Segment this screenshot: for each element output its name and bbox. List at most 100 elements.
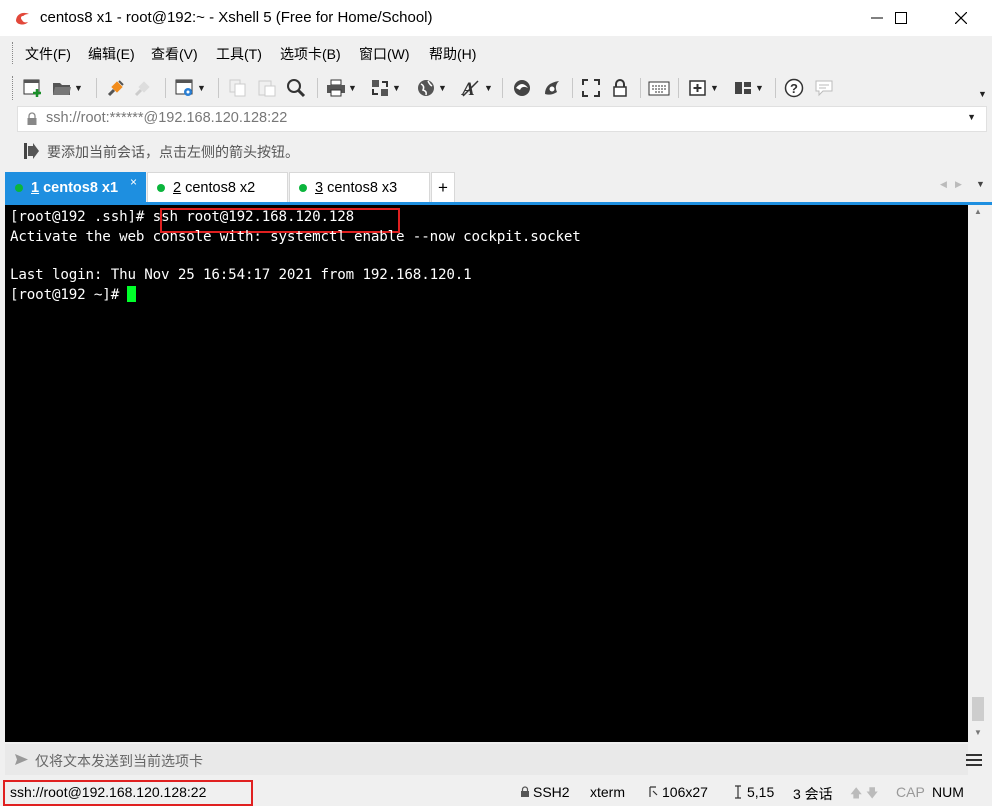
- send-icon[interactable]: [14, 752, 29, 767]
- chat-button[interactable]: [814, 76, 834, 100]
- menubar-grip: [12, 42, 16, 64]
- chevron-down-icon[interactable]: ▼: [967, 112, 976, 122]
- menu-lines-icon[interactable]: [965, 752, 983, 768]
- font-button[interactable]: A ▼: [460, 76, 493, 100]
- maximize-button[interactable]: [878, 0, 924, 36]
- toolbar-separator: [317, 78, 318, 98]
- tab-session-1[interactable]: 1 centos8 x1 ×: [5, 172, 146, 203]
- svg-text:?: ?: [790, 81, 798, 96]
- tab-label: centos8 x1: [39, 180, 119, 196]
- cursor-position-icon: [735, 785, 741, 799]
- connect-button[interactable]: [106, 76, 126, 100]
- tab-number: 3: [315, 180, 324, 196]
- plug-connect-icon: [107, 80, 124, 97]
- xmanager-icon: [545, 81, 559, 95]
- tab-scroll-left-icon[interactable]: ◀: [940, 179, 947, 190]
- terminal-scrollbar[interactable]: ▲ ▼: [969, 205, 987, 742]
- tab-scroll-right-icon[interactable]: ▶: [955, 179, 962, 190]
- search-icon: [287, 79, 306, 98]
- menu-view[interactable]: 查看(V): [151, 44, 198, 64]
- compose-input[interactable]: 仅将文本发送到当前选项卡: [35, 751, 203, 771]
- terminal-line-3: Last login: Thu Nov 25 16:54:17 2021 fro…: [10, 267, 472, 283]
- encoding-button[interactable]: ▼: [416, 76, 447, 100]
- menu-tabs[interactable]: 选项卡(B): [280, 44, 341, 64]
- toolbar-separator: [640, 78, 641, 98]
- close-icon: [955, 12, 967, 24]
- compose-bar[interactable]: 仅将文本发送到当前选项卡: [5, 744, 968, 775]
- toolbar-separator: [502, 78, 503, 98]
- scroll-up-icon[interactable]: ▲: [974, 207, 982, 216]
- chevron-down-icon: ▼: [438, 83, 447, 93]
- keyboard-button[interactable]: [648, 76, 670, 100]
- toolbar-separator: [775, 78, 776, 98]
- toolbar-separator: [572, 78, 573, 98]
- fullscreen-icon: [582, 79, 600, 97]
- arrow-up-icon[interactable]: 🡅: [850, 784, 862, 805]
- status-bar: ssh://root@192.168.120.128:22 SSH2 xterm…: [0, 778, 992, 806]
- scrollbar-thumb[interactable]: [972, 697, 984, 721]
- new-session-button[interactable]: [23, 76, 43, 100]
- new-tab-button[interactable]: ▼: [688, 76, 719, 100]
- chevron-down-icon: ▼: [710, 83, 719, 93]
- menu-edit[interactable]: 编辑(E): [88, 44, 135, 64]
- print-button[interactable]: ▼: [326, 76, 357, 100]
- terminal[interactable]: [root@192 .ssh]# ssh root@192.168.120.12…: [5, 205, 968, 742]
- add-tab-button[interactable]: +: [431, 172, 455, 203]
- tab-list-chevron-icon[interactable]: ▼: [976, 179, 985, 189]
- maximize-icon: [895, 12, 907, 24]
- chat-bubble-icon: [815, 80, 833, 97]
- add-session-arrow-icon[interactable]: [23, 142, 39, 160]
- menu-tools[interactable]: 工具(T): [216, 44, 262, 64]
- layout-button[interactable]: ▼: [733, 76, 764, 100]
- close-button[interactable]: [938, 0, 984, 36]
- properties-button[interactable]: ▼: [175, 76, 206, 100]
- transfer-button[interactable]: ▼: [370, 76, 401, 100]
- scroll-down-icon[interactable]: ▼: [974, 728, 982, 737]
- status-num: NUM: [932, 784, 964, 800]
- open-session-button[interactable]: ▼: [52, 76, 83, 100]
- tab-session-2[interactable]: 2 centos8 x2: [147, 172, 288, 203]
- xmanager-button[interactable]: [542, 76, 562, 100]
- layout-icon: [735, 82, 751, 94]
- chevron-down-icon: ▼: [197, 83, 206, 93]
- disconnect-button[interactable]: [133, 76, 153, 100]
- status-protocol: SSH2: [533, 784, 570, 800]
- terminal-line-2: Activate the web console with: systemctl…: [10, 229, 581, 245]
- address-bar[interactable]: ssh://root:******@192.168.120.128:22 ▼: [17, 106, 987, 132]
- toolbar-separator: [218, 78, 219, 98]
- menu-help[interactable]: 帮助(H): [429, 44, 476, 64]
- fullscreen-button[interactable]: [581, 76, 601, 100]
- status-connection: ssh://root@192.168.120.128:22: [10, 784, 207, 800]
- hint-text: 要添加当前会话，点击左侧的箭头按钮。: [47, 144, 299, 160]
- resize-icon: [649, 786, 658, 797]
- help-button[interactable]: ?: [784, 76, 804, 100]
- xftp-icon: [514, 80, 530, 96]
- arrow-down-icon[interactable]: 🡇: [866, 784, 878, 805]
- window-title: centos8 x1 - root@192:~ - Xshell 5 (Free…: [40, 9, 433, 26]
- menu-file[interactable]: 文件(F): [25, 44, 71, 64]
- toolbar: ▼ ▼ ▼ ▼ ▼ A ▼ ▼ ▼ ? ▼: [0, 70, 992, 106]
- toolbar-separator: [678, 78, 679, 98]
- menu-window[interactable]: 窗口(W): [359, 44, 410, 64]
- toolbar-separator: [165, 78, 166, 98]
- transfer-icon: [372, 80, 388, 96]
- tab-bar: 1 centos8 x1 × 2 centos8 x2 3 centos8 x3…: [0, 172, 992, 204]
- lock-button[interactable]: [610, 76, 630, 100]
- xftp-button[interactable]: [512, 76, 532, 100]
- keyboard-icon: [648, 81, 670, 96]
- paste-button[interactable]: [257, 76, 277, 100]
- toolbar-overflow-button[interactable]: ▼: [976, 82, 987, 106]
- terminal-cursor: [127, 286, 137, 302]
- xshell-window: centos8 x1 - root@192:~ - Xshell 5 (Free…: [0, 0, 992, 806]
- paste-icon: [258, 80, 276, 97]
- copy-button[interactable]: [228, 76, 248, 100]
- chevron-down-icon: ▼: [978, 89, 987, 99]
- chevron-down-icon: ▼: [74, 83, 83, 93]
- find-button[interactable]: [286, 76, 306, 100]
- prompt: [root@192 ~]#: [10, 287, 128, 303]
- address-input[interactable]: ssh://root:******@192.168.120.128:22: [46, 110, 287, 126]
- font-icon: A: [461, 79, 479, 98]
- plug-disconnect-icon: [134, 81, 150, 97]
- close-tab-icon[interactable]: ×: [130, 175, 137, 189]
- tab-session-3[interactable]: 3 centos8 x3: [289, 172, 430, 203]
